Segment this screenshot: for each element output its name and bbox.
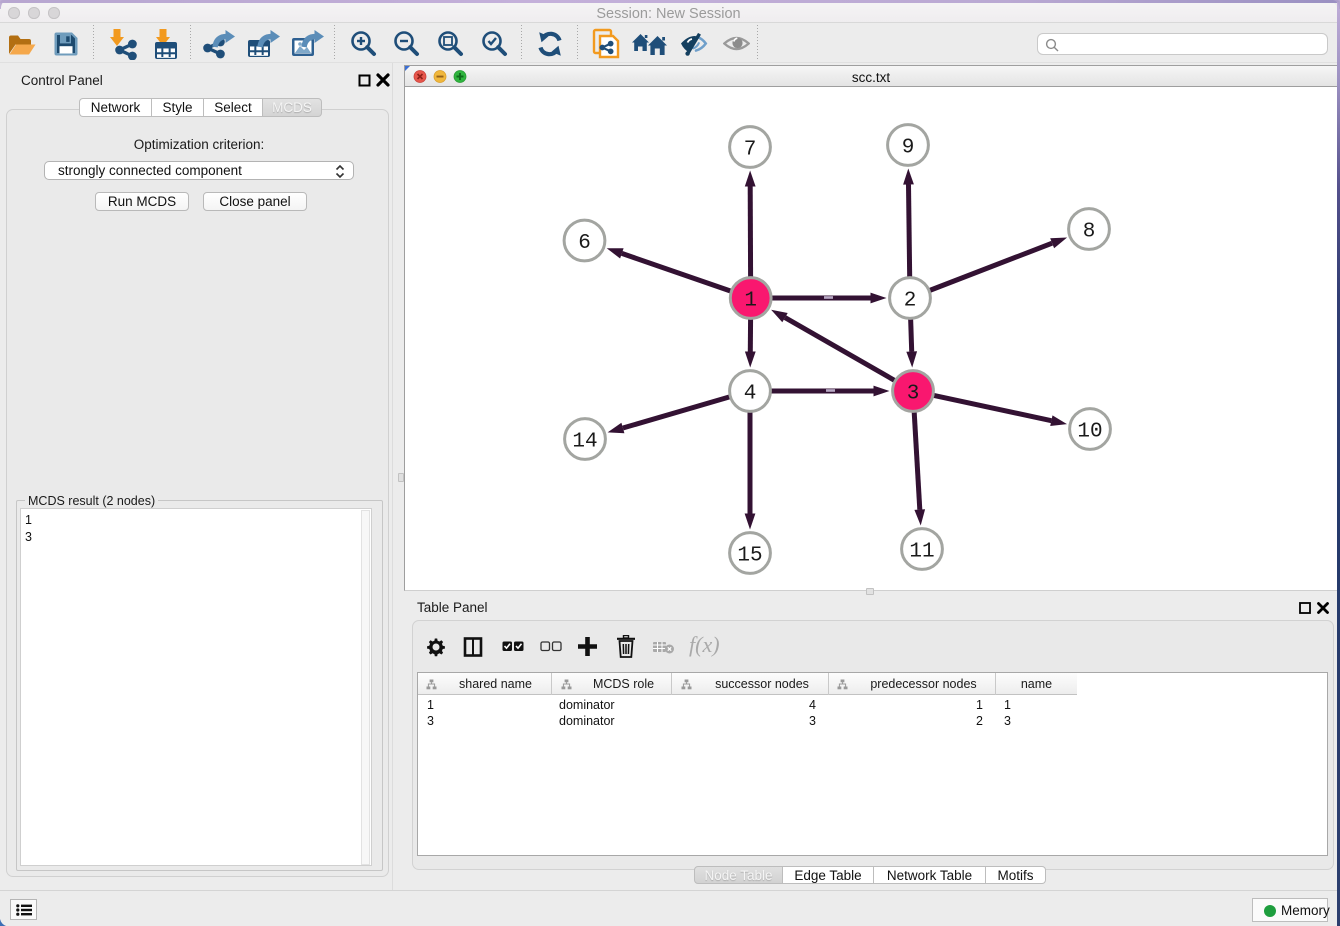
svg-text:7: 7 [744,139,757,162]
svg-text:8: 8 [1083,221,1096,244]
svg-text:10: 10 [1077,421,1102,444]
svg-text:4: 4 [744,383,757,406]
svg-text:3: 3 [907,383,920,406]
svg-text:1: 1 [744,290,757,313]
svg-text:11: 11 [909,541,934,564]
svg-text:2: 2 [904,290,917,313]
svg-text:15: 15 [737,545,762,568]
svg-text:14: 14 [572,431,597,454]
svg-text:6: 6 [578,232,591,255]
svg-text:9: 9 [902,137,915,160]
